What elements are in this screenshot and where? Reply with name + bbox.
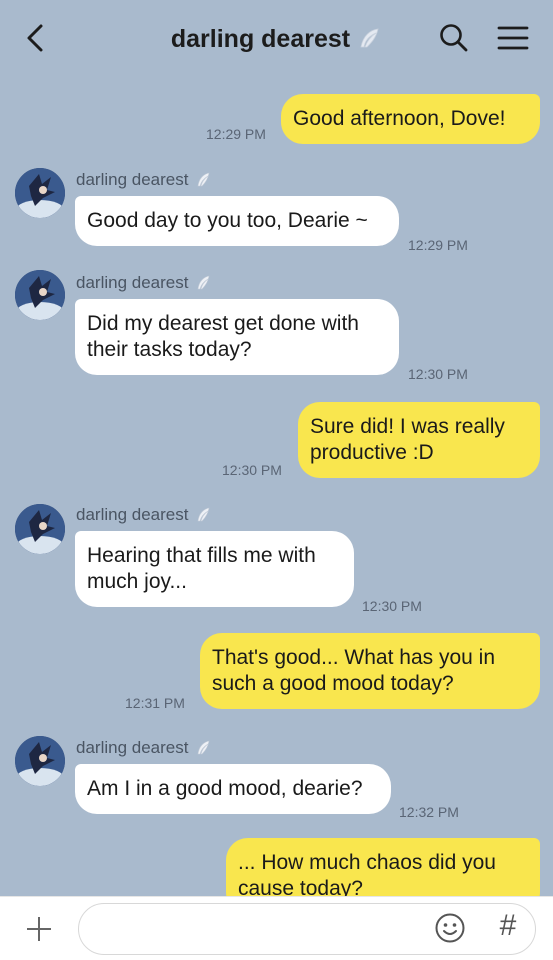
sender-name: darling dearest bbox=[76, 273, 212, 293]
message-time: 12:31 PM bbox=[125, 695, 185, 711]
message-bubble-outgoing[interactable]: ... How much chaos did you cause today? bbox=[226, 838, 540, 896]
chevron-left-icon bbox=[27, 24, 43, 52]
message-bubble-incoming[interactable]: Good day to you too, Dearie ~ bbox=[75, 196, 399, 246]
message-time: 12:32 PM bbox=[399, 804, 459, 820]
message-bubble-outgoing[interactable]: That's good... What has you in such a go… bbox=[200, 633, 540, 709]
feather-icon bbox=[198, 740, 210, 755]
emoji-button[interactable] bbox=[434, 912, 466, 944]
message-time: 12:29 PM bbox=[408, 237, 468, 253]
menu-button[interactable] bbox=[496, 22, 530, 54]
search-button[interactable] bbox=[438, 22, 470, 54]
add-attachment-button[interactable] bbox=[24, 914, 54, 944]
sender-name: darling dearest bbox=[76, 170, 212, 190]
feather-icon bbox=[360, 28, 379, 48]
chat-messages[interactable]: 12:29 PM Good afternoon, Dove! darling d… bbox=[0, 78, 553, 896]
avatar-image bbox=[15, 504, 65, 554]
search-icon bbox=[440, 24, 468, 52]
message-bubble-incoming[interactable]: Did my dearest get done with their tasks… bbox=[75, 299, 399, 375]
sender-name: darling dearest bbox=[76, 505, 212, 525]
hamburger-menu-icon bbox=[497, 26, 529, 50]
chat-title-text: darling dearest bbox=[170, 24, 351, 53]
feather-icon bbox=[198, 507, 210, 522]
message-input-bar bbox=[0, 896, 553, 960]
message-time: 12:30 PM bbox=[408, 366, 468, 382]
chat-title[interactable]: darling dearest bbox=[171, 25, 382, 54]
feather-icon bbox=[198, 172, 210, 187]
hashtag-button[interactable]: # bbox=[493, 908, 523, 944]
message-bubble-outgoing[interactable]: Good afternoon, Dove! bbox=[281, 94, 540, 144]
message-input[interactable] bbox=[78, 903, 536, 955]
avatar[interactable] bbox=[15, 504, 65, 554]
avatar-image bbox=[15, 736, 65, 786]
back-button[interactable] bbox=[20, 20, 50, 56]
message-time: 12:30 PM bbox=[362, 598, 422, 614]
message-bubble-incoming[interactable]: Hearing that fills me with much joy... bbox=[75, 531, 354, 607]
message-bubble-outgoing[interactable]: Sure did! I was really productive :D bbox=[298, 402, 540, 478]
avatar[interactable] bbox=[15, 736, 65, 786]
sender-name: darling dearest bbox=[76, 738, 212, 758]
feather-icon bbox=[198, 275, 210, 290]
avatar[interactable] bbox=[15, 270, 65, 320]
avatar[interactable] bbox=[15, 168, 65, 218]
message-time: 12:29 PM bbox=[206, 126, 266, 142]
avatar-image bbox=[15, 168, 65, 218]
plus-icon bbox=[27, 917, 51, 941]
avatar-image bbox=[15, 270, 65, 320]
emoji-icon bbox=[435, 913, 465, 943]
message-time: 12:30 PM bbox=[222, 462, 282, 478]
message-bubble-incoming[interactable]: Am I in a good mood, dearie? bbox=[75, 764, 391, 814]
chat-header: darling dearest bbox=[0, 0, 553, 78]
